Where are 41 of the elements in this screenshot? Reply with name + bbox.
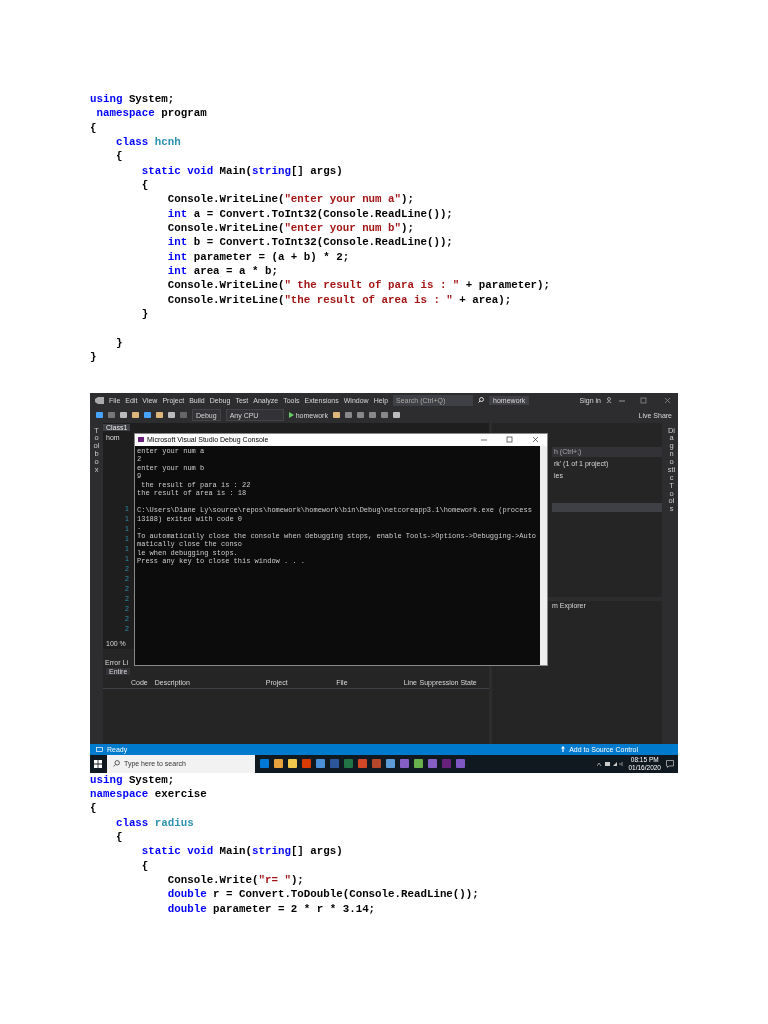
search-icon[interactable] (478, 397, 485, 404)
scrollbar[interactable] (540, 445, 547, 665)
code-line: Console.WriteLine(" the result of para is : " + parameter); (166, 278, 551, 293)
code-line: Console.WriteLine("enter your num a"); (166, 192, 414, 207)
code-line: { (114, 829, 123, 845)
code-line: { (140, 178, 149, 193)
code-line: } (90, 350, 97, 365)
code-line: using System; (90, 92, 175, 107)
search-icon (113, 760, 120, 768)
windows-start-icon[interactable] (94, 759, 102, 768)
code-line: namespace program (95, 106, 207, 121)
code-line: } (114, 335, 123, 351)
window-controls-icon[interactable] (617, 396, 673, 404)
code-line: int a = Convert.ToInt32(Console.ReadLine()); (166, 206, 453, 222)
code-line: { (90, 120, 97, 136)
code-line: class hcnh (114, 135, 181, 150)
code-line: int area = a * b; (166, 264, 278, 279)
code-line: static void Main(string[] args) (140, 844, 343, 859)
code-line: int parameter = (a + b) * 2; (166, 249, 350, 265)
code-line: double parameter = 2 * r * 3.14; (166, 901, 376, 916)
code-line: { (90, 801, 97, 816)
code-line: int b = Convert.ToInt32(Console.ReadLine()); (166, 235, 453, 250)
code-line: double r = Convert.ToDouble(Console.ReadLine()); (166, 887, 479, 902)
code-line: Console.Write("r= "); (166, 872, 304, 888)
app-logo-icon (95, 396, 104, 404)
upload-arrow-icon[interactable] (561, 746, 566, 753)
code-line: static void Main(string[] args) (140, 163, 343, 179)
code-line: { (114, 149, 123, 164)
system-tray-icon[interactable] (597, 760, 624, 767)
status-icon (96, 746, 103, 752)
console-app-icon (138, 437, 144, 443)
code-line: } (140, 307, 149, 322)
play-icon[interactable] (288, 412, 294, 419)
person-icon[interactable] (606, 397, 612, 404)
code-line: { (140, 858, 149, 873)
code-line: namespace exercise (90, 786, 207, 802)
code-line: class radius (114, 815, 194, 830)
notification-icon[interactable] (666, 759, 674, 768)
code-line: Console.WriteLine("the result of area is : " + area); (166, 292, 512, 308)
code-line: Console.WriteLine("enter your num b"); (166, 221, 414, 236)
code-line: using System; (90, 772, 175, 787)
